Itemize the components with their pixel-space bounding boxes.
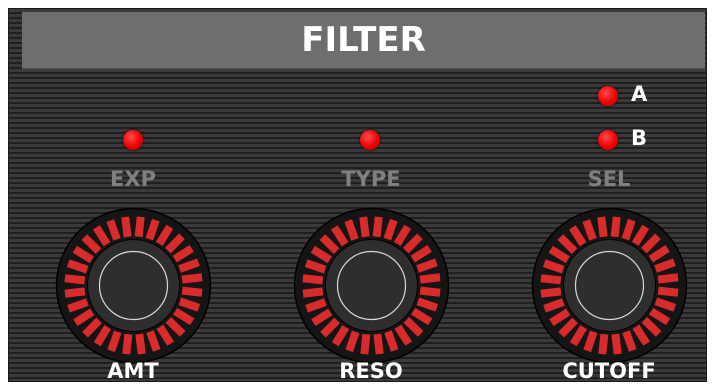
led-a-icon[interactable] [598,86,618,106]
exp-button-label[interactable]: EXP [110,167,156,191]
selector-label-b: B [631,126,648,150]
selector-label-a: A [631,82,648,106]
sel-button-label[interactable]: SEL [588,167,631,191]
cutoff-knob[interactable] [531,207,688,364]
reso-knob[interactable] [293,207,450,364]
knob-ring-icon [293,207,450,364]
knob-ring-icon [55,207,212,364]
knob-cap-icon [325,239,418,332]
reso-knob-label: RESO [339,359,403,382]
filter-panel: FILTER A B EXP TYPE SEL AMT RESO CUTOFF [8,8,707,382]
type-led-icon[interactable] [360,130,380,150]
knob-cap-icon [563,239,656,332]
amt-knob-label: AMT [107,359,159,382]
title-bar: FILTER [22,12,705,69]
amt-knob[interactable] [55,207,212,364]
led-b-icon[interactable] [598,130,618,150]
type-button-label[interactable]: TYPE [341,167,400,191]
exp-led-icon[interactable] [123,130,143,150]
knob-cap-icon [87,239,180,332]
panel-title: FILTER [301,20,426,60]
knob-ring-icon [531,207,688,364]
cutoff-knob-label: CUTOFF [562,359,656,382]
